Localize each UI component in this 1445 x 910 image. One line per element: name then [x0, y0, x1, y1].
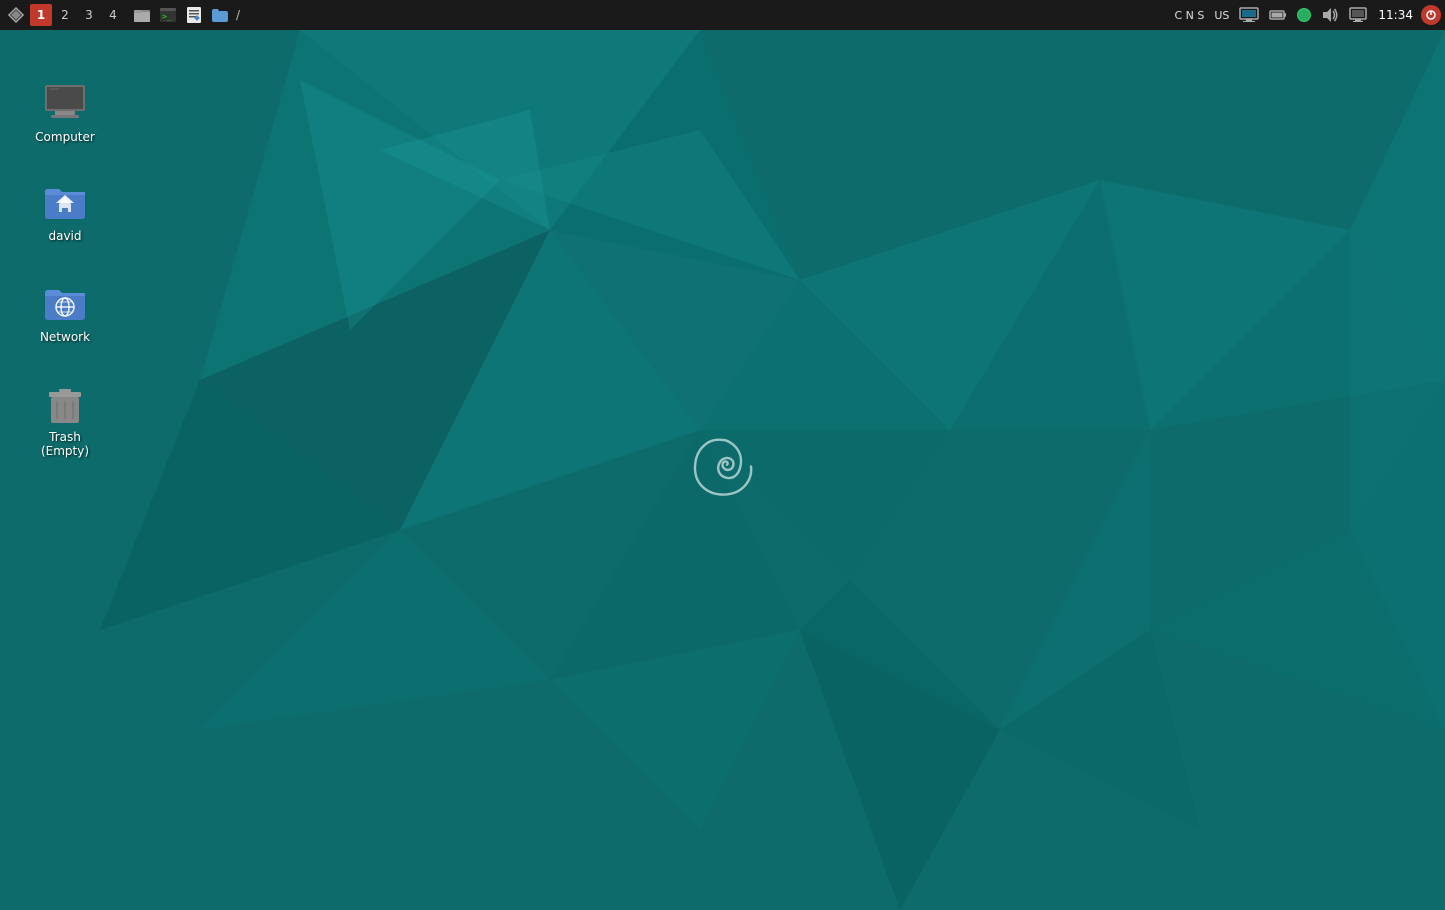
- workspace-4-button[interactable]: 4: [102, 4, 124, 26]
- locale-indicator[interactable]: US: [1211, 9, 1232, 22]
- terminal-taskbar-icon[interactable]: >_: [156, 3, 180, 27]
- trash-icon-label-container: Trash (Empty): [41, 430, 89, 459]
- computer-desktop-icon[interactable]: Computer: [25, 75, 105, 148]
- trash-icon-label-line1: Trash: [49, 430, 81, 444]
- workspace-1-button[interactable]: 1: [30, 4, 52, 26]
- network-desktop-icon[interactable]: Network: [25, 275, 105, 348]
- clock-display[interactable]: 11:34: [1374, 8, 1417, 22]
- david-desktop-icon[interactable]: david: [25, 174, 105, 247]
- taskbar-left: 1 2 3 4 >_: [4, 3, 1171, 27]
- openbox-menu-icon[interactable]: [4, 3, 28, 27]
- david-icon-label: david: [48, 229, 81, 243]
- workspace-2-button[interactable]: 2: [54, 4, 76, 26]
- file-manager-taskbar-icon[interactable]: [130, 3, 154, 27]
- network-icon-label: Network: [40, 330, 90, 344]
- david-icon-image: [41, 178, 89, 226]
- svg-text:>_: >_: [162, 12, 172, 21]
- taskbar-right: C N S US: [1171, 5, 1441, 25]
- workspace-3-button[interactable]: 3: [78, 4, 100, 26]
- network-status-indicator[interactable]: [1294, 8, 1314, 22]
- trash-icon-image: [41, 379, 89, 427]
- screen-tray-icon[interactable]: [1346, 6, 1370, 24]
- folder-taskbar-icon[interactable]: [208, 3, 232, 27]
- current-path-label: /: [236, 8, 240, 22]
- trash-desktop-icon[interactable]: Trash (Empty): [25, 375, 105, 463]
- computer-icon-image: [41, 79, 89, 127]
- battery-tray-icon[interactable]: [1266, 6, 1290, 24]
- network-active-dot: [1297, 8, 1311, 22]
- trash-icon-label-line2: (Empty): [41, 444, 89, 458]
- power-button[interactable]: [1421, 5, 1441, 25]
- network-tray-icon[interactable]: [1236, 7, 1262, 23]
- sound-tray-icon[interactable]: [1318, 6, 1342, 24]
- taskbar: 1 2 3 4 >_: [0, 0, 1445, 30]
- editor-taskbar-icon[interactable]: [182, 3, 206, 27]
- keyboard-layout-indicator[interactable]: C N S: [1171, 9, 1207, 22]
- network-icon-image: [41, 279, 89, 327]
- desktop[interactable]: Computer david: [0, 30, 1445, 910]
- computer-icon-label: Computer: [35, 130, 95, 144]
